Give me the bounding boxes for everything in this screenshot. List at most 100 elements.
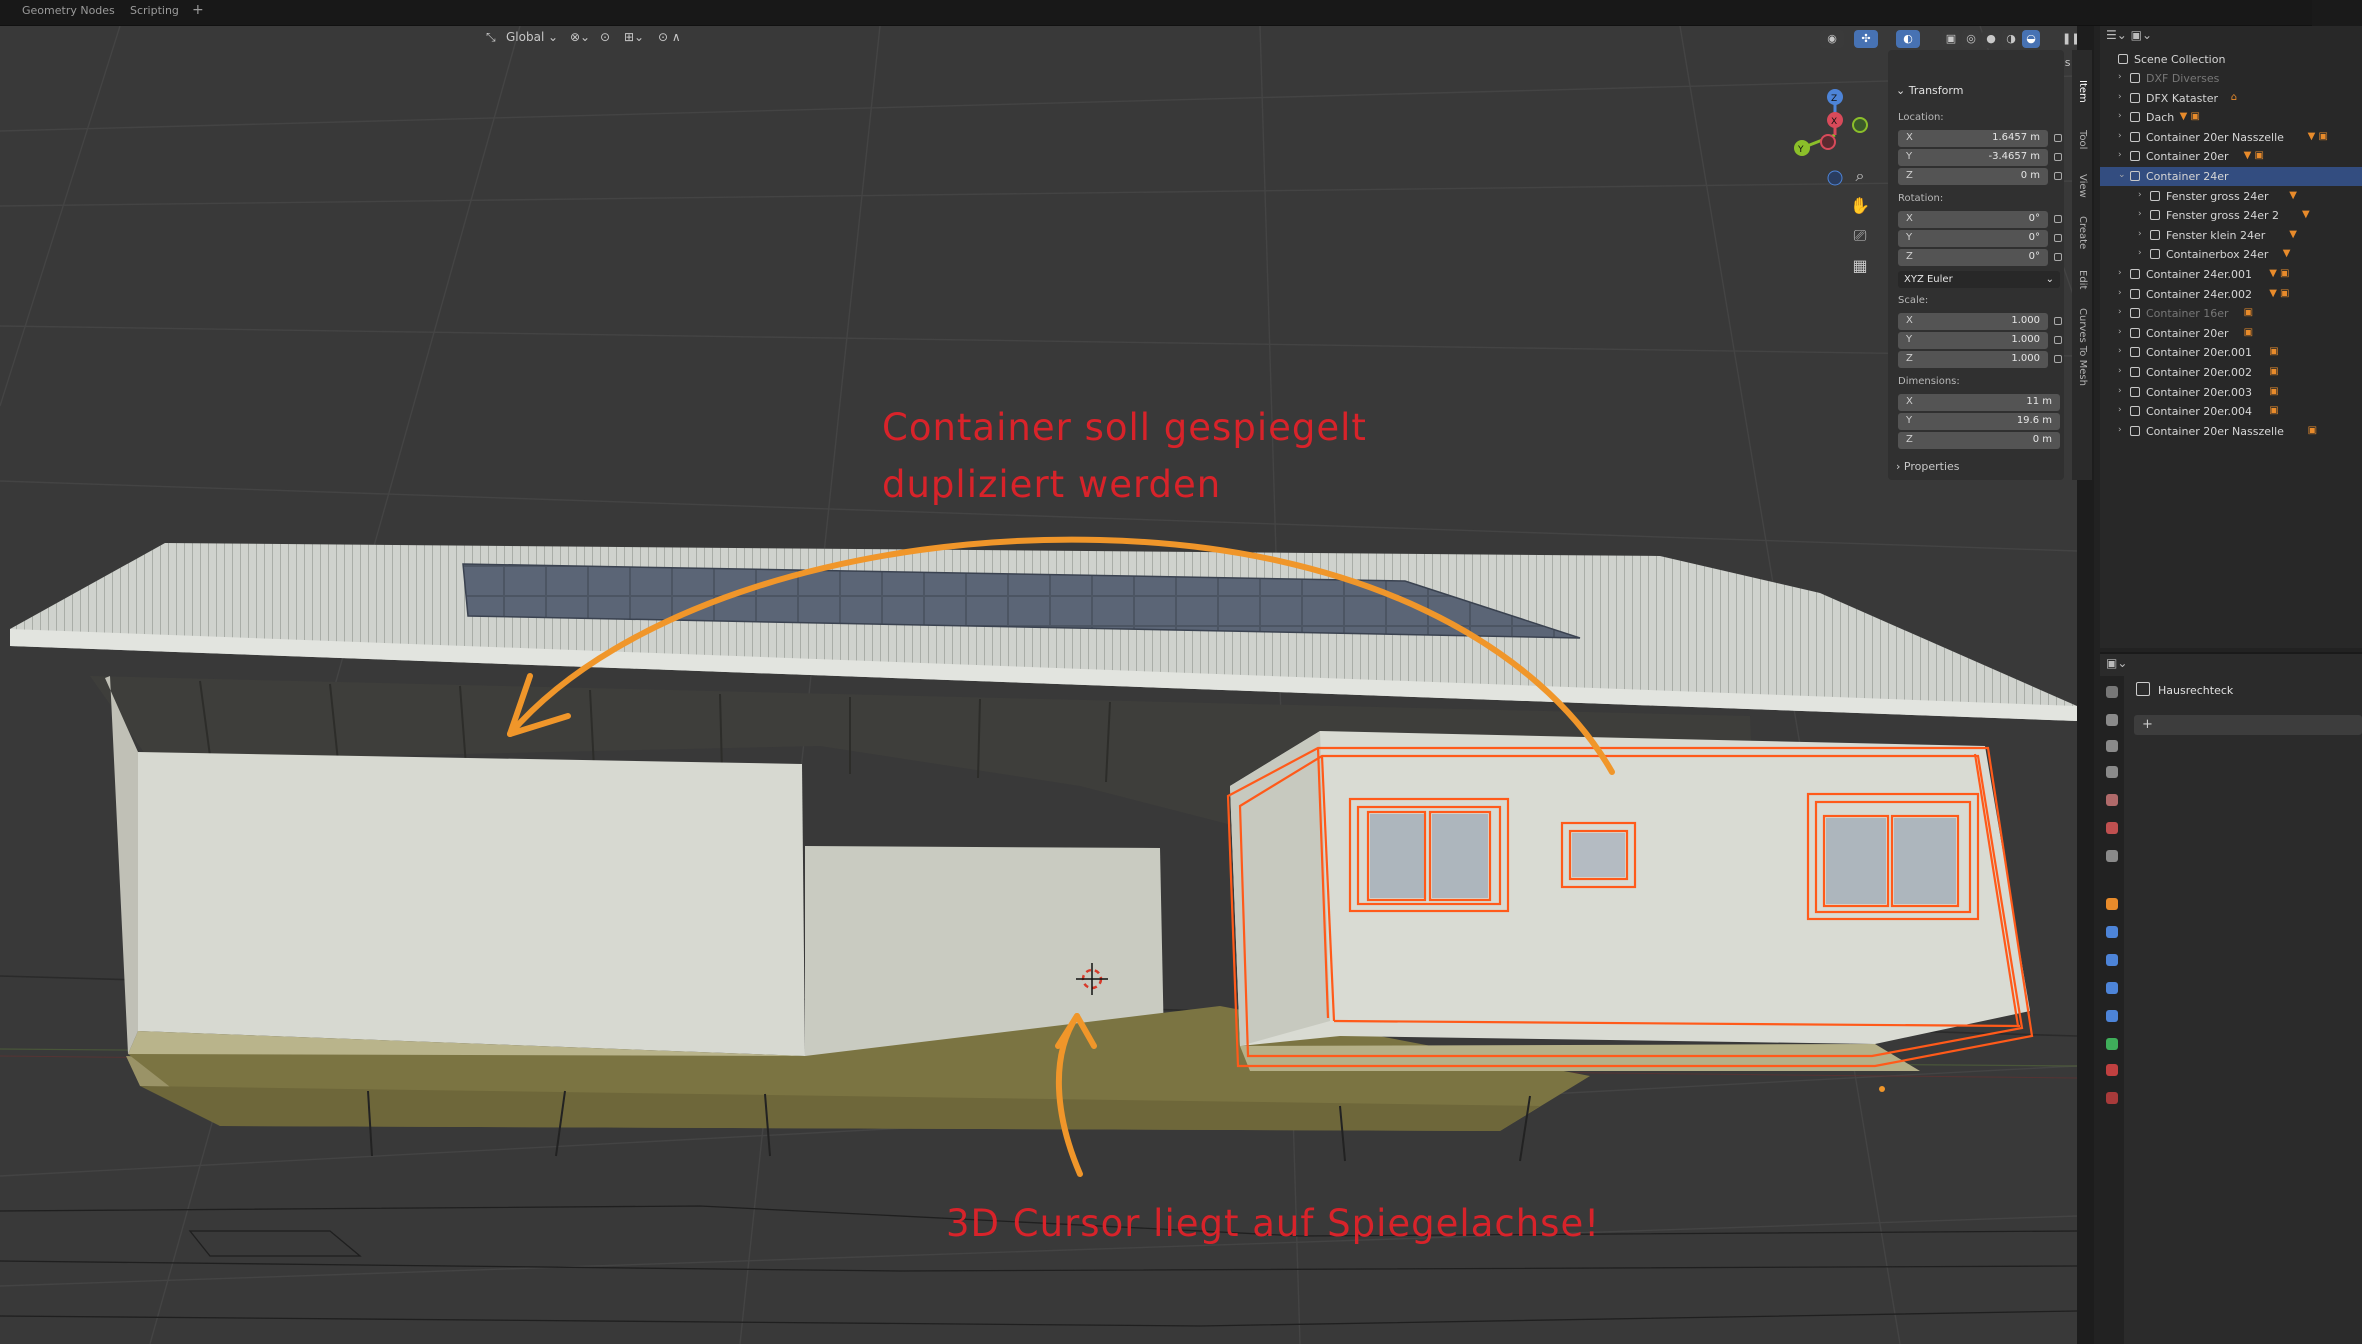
chevron-right-icon[interactable]: › xyxy=(2118,131,2122,141)
scale-x-field[interactable]: X 1.000 xyxy=(1898,313,2048,330)
tab-edit[interactable]: Edit xyxy=(2077,270,2088,289)
chevron-right-icon[interactable]: › xyxy=(2118,425,2122,435)
outliner-child-item[interactable]: › Fenster gross 24er ▼ xyxy=(2100,187,2362,206)
dimensions-z-field[interactable]: Z0 m xyxy=(1898,432,2060,449)
location-z-field[interactable]: Z0 m xyxy=(1898,168,2048,185)
lock-icon[interactable] xyxy=(2054,234,2062,242)
tab-item[interactable]: Item xyxy=(2077,80,2088,103)
rotation-mode-dropdown[interactable]: XYZ Euler ⌄ xyxy=(1898,271,2060,288)
scale-z-field[interactable]: Z 1.000 xyxy=(1898,351,2048,368)
location-y-field[interactable]: Y -3.4657 m xyxy=(1898,149,2048,166)
chevron-right-icon[interactable]: › xyxy=(2118,150,2122,160)
outliner-collection-item[interactable]: › Dach ▼ ▣ xyxy=(2100,108,2362,127)
gizmo-toggle-icon[interactable]: ✣ xyxy=(1854,30,1878,48)
tool-tab-icon[interactable] xyxy=(2106,686,2118,698)
snap-icon[interactable]: ⊙ xyxy=(600,30,610,44)
chevron-right-icon[interactable]: › xyxy=(2138,229,2142,239)
chevron-right-icon[interactable]: › xyxy=(2118,327,2122,337)
outliner-collection-item[interactable]: › Container 24er.001 ▼ ▣ xyxy=(2100,265,2362,284)
lock-icon[interactable] xyxy=(2054,336,2062,344)
chevron-right-icon[interactable]: › xyxy=(2118,307,2122,317)
dimensions-x-field[interactable]: X 11 m xyxy=(1898,394,2060,411)
transform-orientation-dropdown[interactable]: Global xyxy=(506,30,544,44)
object-tab-icon[interactable] xyxy=(2106,898,2118,910)
rotation-z-field[interactable]: Z 0° xyxy=(1898,249,2048,266)
chevron-right-icon[interactable]: › xyxy=(2138,248,2142,258)
tab-geometry-nodes[interactable]: Geometry Nodes xyxy=(22,4,115,17)
chevron-right-icon[interactable]: › xyxy=(2118,92,2122,102)
tab-view[interactable]: View xyxy=(2077,174,2088,198)
solid-shading-icon[interactable]: ● xyxy=(1982,30,2000,48)
snap-target-icon[interactable]: ⊞⌄ xyxy=(624,30,644,44)
outliner-child-item[interactable]: › Containerbox 24er ▼ xyxy=(2100,245,2362,264)
wireframe-shading-icon[interactable]: ◎ xyxy=(1962,30,1980,48)
outliner-child-item[interactable]: › Fenster klein 24er ▼ xyxy=(2100,226,2362,245)
lock-icon[interactable] xyxy=(2054,153,2062,161)
view-object-types-icon[interactable]: ◉ xyxy=(1820,30,1844,48)
xray-toggle-icon[interactable]: ▣ xyxy=(1942,30,1960,48)
pivot-point-icon[interactable]: ⊗⌄ xyxy=(570,30,590,44)
outliner-collection-item[interactable]: › Container 20er.001 ▣ xyxy=(2100,343,2362,362)
outliner-collection-item[interactable]: ⌄ Container 24er xyxy=(2100,167,2362,186)
chevron-right-icon[interactable]: › xyxy=(2138,209,2142,219)
chevron-right-icon[interactable]: › xyxy=(2118,386,2122,396)
lock-icon[interactable] xyxy=(2054,253,2062,261)
pause-icon[interactable]: ❚❚ xyxy=(2062,30,2077,48)
lock-icon[interactable] xyxy=(2054,172,2062,180)
editor-type-icon[interactable]: ▣⌄ xyxy=(2106,656,2127,670)
chevron-down-icon[interactable]: ⌄ xyxy=(2118,170,2126,180)
lock-icon[interactable] xyxy=(2054,355,2062,363)
physics-tab-icon[interactable] xyxy=(2106,982,2118,994)
overlays-toggle-icon[interactable]: ◐ xyxy=(1896,30,1920,48)
output-tab-icon[interactable] xyxy=(2106,740,2118,752)
outliner-collection-item[interactable]: › Container 16er ▣ xyxy=(2100,304,2362,323)
collection-tab-icon[interactable] xyxy=(2106,850,2118,862)
dimensions-y-field[interactable]: Y 19.6 m xyxy=(1898,413,2060,430)
outliner-collection-item[interactable]: › Container 20er ▼ ▣ xyxy=(2100,147,2362,166)
material-shading-icon[interactable]: ◑ xyxy=(2002,30,2020,48)
particles-tab-icon[interactable] xyxy=(2106,954,2118,966)
data-tab-icon[interactable] xyxy=(2106,1038,2118,1050)
rotation-x-field[interactable]: X 0° xyxy=(1898,211,2048,228)
tab-scripting[interactable]: Scripting xyxy=(130,4,179,17)
outliner-collection-item[interactable]: › Container 20er ▣ xyxy=(2100,324,2362,343)
chevron-right-icon[interactable]: › xyxy=(2118,111,2122,121)
chevron-right-icon[interactable]: › xyxy=(2118,366,2122,376)
render-tab-icon[interactable] xyxy=(2106,714,2118,726)
transform-orientation-icon[interactable]: ⤡ xyxy=(486,30,496,45)
world-tab-icon[interactable] xyxy=(2106,822,2118,834)
tab-create[interactable]: Create xyxy=(2077,216,2088,249)
rendered-shading-icon[interactable]: ◒ xyxy=(2022,30,2040,48)
outliner-collection-item[interactable]: › DXF Diverses xyxy=(2100,69,2362,88)
tab-tool[interactable]: Tool xyxy=(2077,130,2088,149)
outliner-scene-collection[interactable]: Scene Collection xyxy=(2100,50,2362,69)
rotation-y-field[interactable]: Y 0° xyxy=(1898,230,2048,247)
outliner-collection-item[interactable]: › Container 20er Nasszelle ▼ ▣ xyxy=(2100,128,2362,147)
outliner-child-item[interactable]: › Fenster gross 24er 2 ▼ xyxy=(2100,206,2362,225)
modifier-tab-icon[interactable] xyxy=(2106,926,2118,938)
outliner-collection-item[interactable]: › DFX Kataster ⌂ xyxy=(2100,89,2362,108)
camera-view-icon[interactable]: ⎚ xyxy=(1846,222,1874,250)
chevron-right-icon[interactable]: › xyxy=(2118,346,2122,356)
zoom-icon[interactable]: ⌕ xyxy=(1846,162,1874,190)
pan-hand-icon[interactable]: ✋ xyxy=(1846,192,1874,220)
3d-viewport[interactable]: ⤡ Global ⌄ ⊗⌄ ⊙ ⊞⌄ ⊙ ∧ ◉ ✣ ◐ ▣ ◎ ● ◑ ◒ ❚… xyxy=(0,26,2077,1344)
outliner-collection-item[interactable]: › Container 20er Nasszelle ▣ xyxy=(2100,422,2362,441)
location-x-field[interactable]: X 1.6457 m xyxy=(1898,130,2048,147)
tab-curves-to-mesh[interactable]: Curves To Mesh xyxy=(2077,308,2088,386)
properties-panel-header[interactable]: › Properties xyxy=(1896,460,1960,473)
outliner-collection-item[interactable]: › Container 24er.002 ▼ ▣ xyxy=(2100,285,2362,304)
outliner-display-mode-icon[interactable]: ☰⌄ ▣⌄ xyxy=(2106,28,2152,42)
constraints-tab-icon[interactable] xyxy=(2106,1010,2118,1022)
chevron-right-icon[interactable]: › xyxy=(2118,72,2122,82)
view-layer-tab-icon[interactable] xyxy=(2106,766,2118,778)
perspective-grid-icon[interactable]: ▦ xyxy=(1846,252,1874,280)
chevron-right-icon[interactable]: › xyxy=(2118,288,2122,298)
outliner-collection-item[interactable]: › Container 20er.002 ▣ xyxy=(2100,363,2362,382)
lock-icon[interactable] xyxy=(2054,134,2062,142)
proportional-edit-icon[interactable]: ⊙ ∧ xyxy=(658,30,681,44)
outliner-collection-item[interactable]: › Container 20er.003 ▣ xyxy=(2100,383,2362,402)
lock-icon[interactable] xyxy=(2054,317,2062,325)
add-workspace-button[interactable]: + xyxy=(192,2,204,18)
transform-panel-header[interactable]: ⌄ Transform xyxy=(1896,84,1963,97)
